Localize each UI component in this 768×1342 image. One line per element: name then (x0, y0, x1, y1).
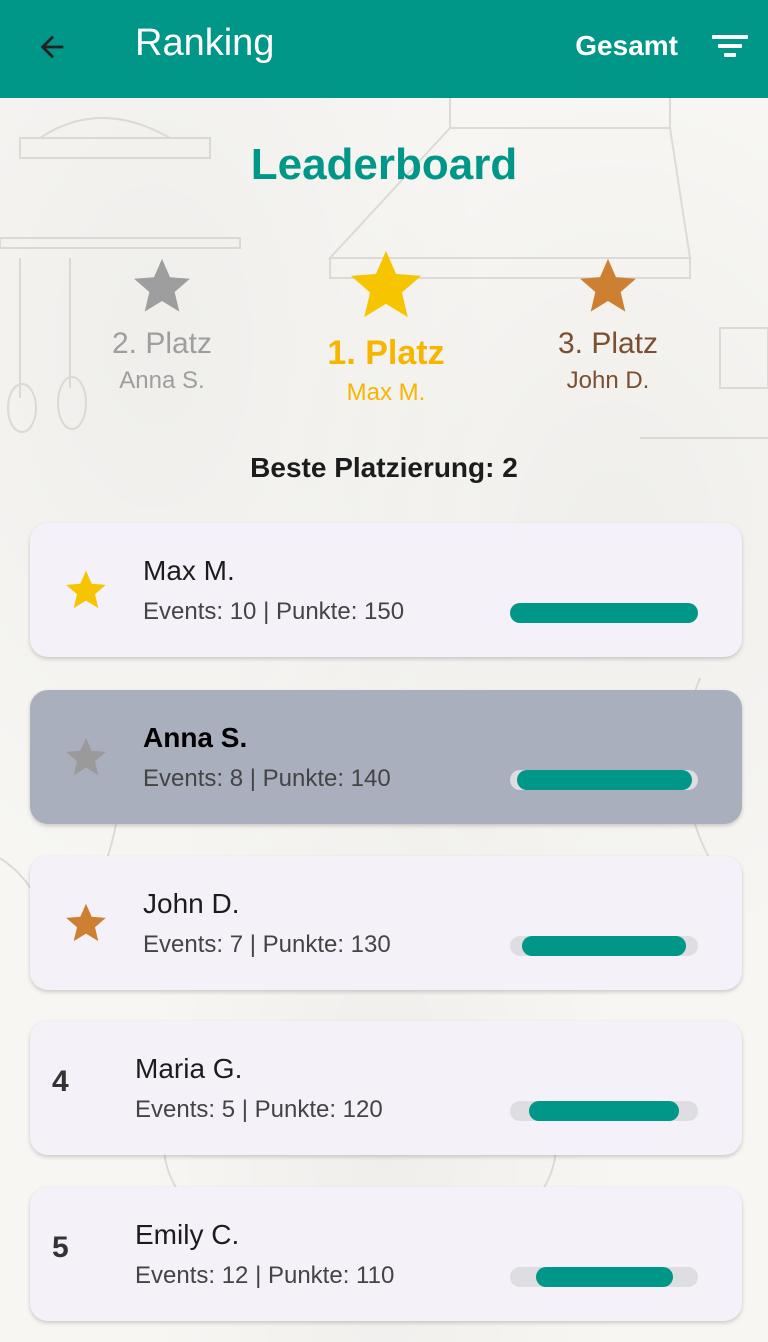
rank-number: 5 (52, 1231, 69, 1264)
player-stats: Events: 12 | Punkte: 110 (135, 1262, 395, 1289)
podium-second: 2. Platz Anna S. (52, 255, 272, 395)
progress-fill (510, 603, 698, 623)
player-stats: Events: 5 | Punkte: 120 (135, 1096, 383, 1123)
player-name: Emily C. (135, 1219, 240, 1250)
progress-fill (529, 1101, 679, 1121)
back-button[interactable] (30, 25, 74, 69)
ranking-row-2[interactable]: Anna S. Events: 8 | Punkte: 140 (30, 690, 742, 824)
progress-bar (510, 1101, 698, 1121)
podium-first-name: Max M. (346, 379, 426, 406)
player-name: Anna S. (143, 722, 248, 753)
bronze-star-icon (580, 258, 636, 312)
podium-first-place: 1. Platz (327, 334, 445, 372)
rank-number: 4 (52, 1065, 69, 1098)
bronze-star-icon (66, 903, 106, 942)
ranking-row-4[interactable]: 4 Maria G. Events: 5 | Punkte: 120 (30, 1021, 742, 1155)
gold-star-icon (350, 250, 422, 318)
ranking-row-1[interactable]: Max M. Events: 10 | Punkte: 150 (30, 523, 742, 657)
progress-bar (510, 936, 698, 956)
player-stats: Events: 7 | Punkte: 130 (143, 931, 391, 958)
filter-button[interactable] (710, 26, 750, 66)
ranking-row-3[interactable]: John D. Events: 7 | Punkte: 130 (30, 856, 742, 990)
podium-third: 3. Platz John D. (498, 255, 718, 395)
player-stats: Events: 8 | Punkte: 140 (143, 765, 391, 792)
silver-star-icon (134, 258, 190, 312)
page-title: Ranking (135, 22, 275, 64)
leaderboard-heading: Leaderboard (250, 140, 518, 189)
progress-bar (510, 770, 698, 790)
player-name: Maria G. (135, 1053, 243, 1084)
progress-fill (522, 936, 686, 956)
player-name: Max M. (143, 555, 235, 586)
player-name: John D. (143, 888, 240, 919)
scope-toggle[interactable]: Gesamt (575, 30, 678, 62)
silver-star-icon (66, 737, 106, 776)
ranking-row-5[interactable]: 5 Emily C. Events: 12 | Punkte: 110 (30, 1187, 742, 1321)
progress-bar (510, 1267, 698, 1287)
progress-fill (536, 1267, 673, 1287)
podium-second-name: Anna S. (119, 367, 205, 394)
arrow-left-icon (40, 35, 64, 59)
podium-first: 1. Platz Max M. (276, 246, 496, 407)
progress-bar (510, 603, 698, 623)
gold-star-icon (66, 570, 106, 609)
progress-fill (517, 770, 692, 790)
podium-third-place: 3. Platz (557, 327, 659, 360)
app-bar: Ranking Gesamt (0, 0, 768, 98)
filter-icon (712, 35, 748, 57)
player-stats: Events: 10 | Punkte: 150 (143, 598, 405, 625)
best-placement: Beste Platzierung: 2 (250, 452, 518, 483)
podium-second-place: 2. Platz (111, 327, 213, 360)
podium-third-name: John D. (566, 367, 650, 394)
